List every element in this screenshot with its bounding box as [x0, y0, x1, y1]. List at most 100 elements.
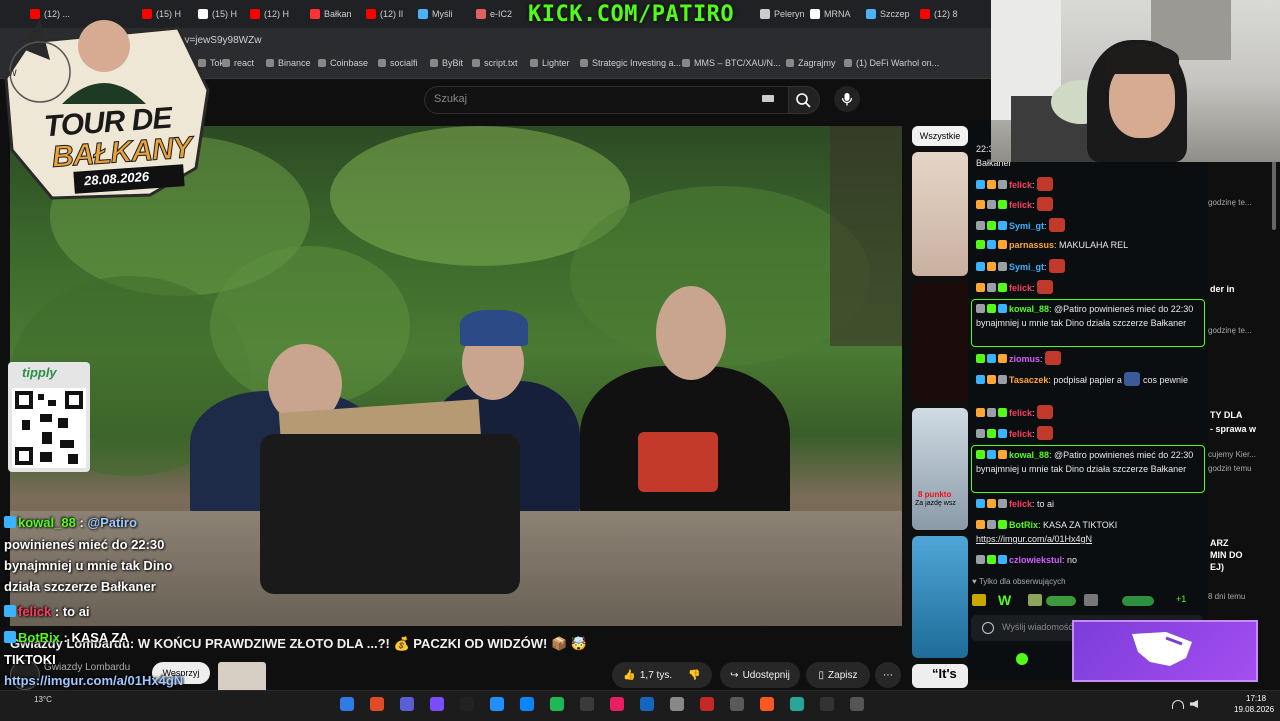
more-actions-button[interactable]: ⋯ — [875, 662, 901, 688]
reco-snippet[interactable]: cujemy Kier... — [1208, 450, 1256, 459]
chat-username[interactable]: felick — [1009, 429, 1032, 439]
kick-icon[interactable] — [1016, 653, 1028, 665]
filter-chip-all[interactable]: Wszystkie — [912, 126, 968, 146]
reco-thumbnail[interactable] — [912, 152, 968, 276]
like-button[interactable]: 👍 1,7 tys. 👎 — [612, 662, 712, 688]
reco-snippet[interactable]: 8 dni temu — [1208, 592, 1245, 601]
chat-link[interactable]: https://imgur.com/a/01Hx4gN — [976, 534, 1092, 544]
bookmark-item[interactable]: Lighter — [530, 58, 570, 68]
edge-icon[interactable] — [520, 697, 534, 711]
channel-name[interactable]: Gwiazdy Lombardu — [44, 662, 130, 673]
chat-message[interactable]: parnassus: MAKULAHA REL — [976, 238, 1204, 252]
browser-tab[interactable]: MRNA — [810, 4, 851, 24]
weather-widget[interactable]: 13°C — [34, 695, 52, 704]
emote[interactable] — [1028, 594, 1042, 606]
bookmark-item[interactable]: (1) DeFi Warhol on... — [844, 58, 939, 68]
app-icon[interactable] — [820, 697, 834, 711]
clock-date[interactable]: 19.08.2026 — [1234, 705, 1274, 714]
chat-username[interactable]: felick — [1009, 499, 1032, 509]
reco-snippet[interactable]: - sprawa w — [1210, 424, 1256, 434]
reco-thumbnail[interactable] — [912, 536, 968, 658]
chat-message[interactable]: Tasaczek: podpisał papier a cos pewnie — [976, 372, 1204, 387]
steam-icon[interactable] — [490, 697, 504, 711]
chat-username[interactable]: felick — [1009, 200, 1032, 210]
browser-tab[interactable]: (12) 8 — [920, 4, 958, 24]
reco-snippet[interactable]: der in — [1210, 284, 1235, 294]
bookmark-item[interactable]: MMS – BTC/XAU/N... — [682, 58, 781, 68]
chat-message[interactable]: felick: — [976, 280, 1204, 295]
browser-tab[interactable]: (12) Il — [366, 4, 403, 24]
chat-message[interactable]: felick: — [976, 197, 1204, 212]
scrollbar-thumb[interactable] — [1272, 160, 1276, 230]
reco-snippet[interactable]: TY DLA — [1210, 410, 1242, 420]
kick-w-emote[interactable]: W — [998, 592, 1011, 608]
reco-thumbnail[interactable]: “It's — [912, 664, 968, 688]
app-icon[interactable] — [760, 697, 774, 711]
app-icon[interactable] — [640, 697, 654, 711]
chat-username[interactable]: parnassus — [1009, 240, 1054, 250]
emote[interactable] — [1046, 596, 1076, 606]
chat-message[interactable]: BotRix: KASA ZA TIKTOKI https://imgur.com… — [976, 518, 1204, 546]
reco-snippet[interactable]: godzinę te... — [1208, 198, 1252, 207]
app-icon[interactable] — [730, 697, 744, 711]
reco-thumbnail[interactable] — [912, 282, 968, 402]
reco-thumbnail[interactable]: 8 punkto Za jazdę wsz — [912, 408, 968, 530]
chat-message[interactable]: felick: to ai — [976, 497, 1204, 511]
chat-message[interactable]: Symi_gt: — [976, 218, 1204, 233]
discord-icon[interactable] — [400, 697, 414, 711]
emoji-icon[interactable] — [982, 622, 994, 634]
chat-username[interactable]: felick — [1009, 283, 1032, 293]
bookmark-item[interactable]: socialfi — [378, 58, 418, 68]
app-icon[interactable] — [700, 697, 714, 711]
bookmark-item[interactable]: react — [222, 58, 254, 68]
emote-bar[interactable]: W +1 — [972, 592, 1202, 608]
chat-username[interactable]: BotRix — [1009, 520, 1038, 530]
bookmark-item[interactable]: ByBit — [430, 58, 463, 68]
browser-tab[interactable]: Szczep — [866, 4, 910, 24]
chat-message[interactable]: Symi_gt: — [976, 259, 1204, 274]
search-button[interactable] — [788, 86, 820, 114]
chat-username[interactable]: ziomus — [1009, 354, 1040, 364]
chat-username[interactable]: Symi_gt — [1009, 262, 1044, 272]
emote[interactable] — [972, 594, 986, 606]
app-icon[interactable] — [670, 697, 684, 711]
bookmark-item[interactable]: Binance — [266, 58, 311, 68]
share-button[interactable]: ↪ Udostępnij — [720, 662, 800, 688]
chat-username[interactable]: czlowiekstul — [1009, 555, 1062, 565]
bookmark-item[interactable]: Zagrajmy — [786, 58, 836, 68]
browser-tab[interactable]: e-IC2 — [476, 4, 512, 24]
chat-message[interactable]: czlowiekstul: no — [976, 553, 1204, 567]
bookmark-item[interactable]: script.txt — [472, 58, 518, 68]
search-input[interactable] — [424, 86, 790, 114]
chat-username[interactable]: kowal_88 — [1009, 450, 1049, 460]
obs-icon[interactable] — [430, 697, 444, 711]
chat-message[interactable]: felick: — [976, 177, 1204, 192]
app-icon[interactable] — [850, 697, 864, 711]
thumbs-down-icon[interactable]: 👎 — [688, 670, 700, 681]
browser-tab[interactable]: Peleryn — [760, 4, 805, 24]
reco-snippet[interactable]: godzinę te... — [1208, 326, 1252, 335]
voice-search-button[interactable] — [834, 86, 860, 112]
wifi-icon[interactable] — [1172, 700, 1184, 709]
chat-message[interactable]: kowal_88: @Patiro powinieneś mieć do 22:… — [976, 302, 1204, 330]
chat-username[interactable]: kowal_88 — [1009, 304, 1049, 314]
reco-snippet[interactable]: godzin temu — [1208, 464, 1252, 473]
reco-snippet[interactable]: MIN DO — [1210, 550, 1243, 560]
app-icon[interactable] — [580, 697, 594, 711]
bookmark-item[interactable]: Strategic Investing a... — [580, 58, 681, 68]
chat-username[interactable]: felick — [1009, 408, 1032, 418]
spotify-icon[interactable] — [550, 697, 564, 711]
reco-snippet[interactable]: ARZ — [1210, 538, 1229, 548]
reco-snippet[interactable]: EJ) — [1210, 562, 1224, 572]
clock-time[interactable]: 17:18 — [1246, 694, 1266, 703]
windows-start-icon[interactable] — [340, 697, 354, 711]
chat-message[interactable]: kowal_88: @Patiro powinieneś mieć do 22:… — [976, 448, 1204, 476]
browser-tab[interactable]: (12) H — [250, 4, 289, 24]
save-button[interactable]: ▯ Zapisz — [806, 662, 870, 688]
chat-message[interactable]: ziomus: — [976, 351, 1204, 366]
chat-username[interactable]: felick — [1009, 180, 1032, 190]
chat-username[interactable]: Symi_gt — [1009, 221, 1044, 231]
browser-tab[interactable]: Myśli — [418, 4, 453, 24]
chat-message[interactable]: felick: — [976, 426, 1204, 441]
app-icon[interactable] — [790, 697, 804, 711]
